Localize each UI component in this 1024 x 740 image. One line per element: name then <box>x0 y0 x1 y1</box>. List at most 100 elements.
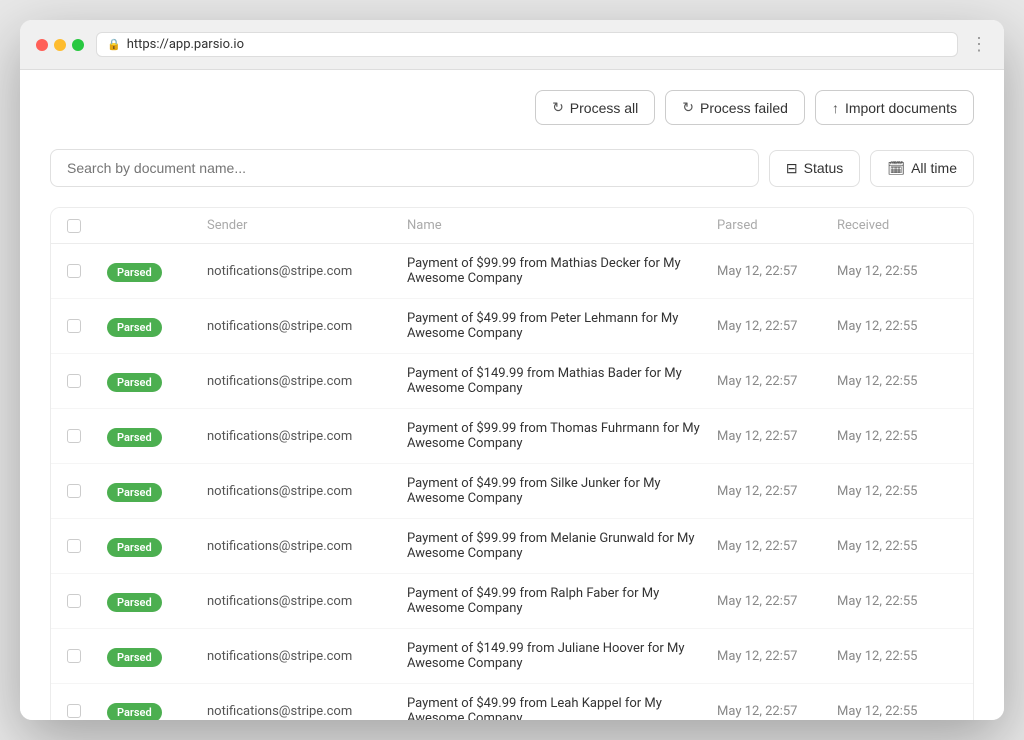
row-checkbox-col <box>67 264 107 278</box>
row-received-date: May 12, 22:55 <box>837 319 957 334</box>
process-failed-label: Process failed <box>700 100 788 116</box>
table-row[interactable]: Parsed notifications@stripe.com Payment … <box>51 464 973 519</box>
row-checkbox-col <box>67 594 107 608</box>
table-row[interactable]: Parsed notifications@stripe.com Payment … <box>51 409 973 464</box>
row-name: Payment of $99.99 from Thomas Fuhrmann f… <box>407 421 717 451</box>
filter-icon: ⊟ <box>786 160 798 177</box>
row-status: Parsed <box>107 426 207 447</box>
time-filter-label: All time <box>911 160 957 176</box>
import-documents-button[interactable]: ↑ Import documents <box>815 90 974 125</box>
row-status: Parsed <box>107 701 207 721</box>
row-received-date: May 12, 22:55 <box>837 374 957 389</box>
table-row[interactable]: Parsed notifications@stripe.com Payment … <box>51 684 973 720</box>
row-sender: notifications@stripe.com <box>207 484 407 499</box>
status-filter-label: Status <box>804 160 844 176</box>
parsed-badge: Parsed <box>107 538 162 557</box>
header-status <box>107 218 207 233</box>
row-parsed-date: May 12, 22:57 <box>717 319 837 334</box>
row-parsed-date: May 12, 22:57 <box>717 594 837 609</box>
menu-icon[interactable]: ⋮ <box>970 34 988 55</box>
table-row[interactable]: Parsed notifications@stripe.com Payment … <box>51 244 973 299</box>
close-button[interactable] <box>36 39 48 51</box>
row-status: Parsed <box>107 536 207 557</box>
row-checkbox[interactable] <box>67 264 81 278</box>
row-name: Payment of $49.99 from Ralph Faber for M… <box>407 586 717 616</box>
import-icon: ↑ <box>832 100 839 116</box>
header-sender: Sender <box>207 218 407 233</box>
maximize-button[interactable] <box>72 39 84 51</box>
row-checkbox-col <box>67 429 107 443</box>
row-name: Payment of $49.99 from Peter Lehmann for… <box>407 311 717 341</box>
url-text: https://app.parsio.io <box>127 37 244 52</box>
row-status: Parsed <box>107 316 207 337</box>
row-checkbox[interactable] <box>67 429 81 443</box>
row-checkbox-col <box>67 484 107 498</box>
table-header: Sender Name Parsed Received <box>51 208 973 244</box>
row-checkbox-col <box>67 649 107 663</box>
process-failed-button[interactable]: ↻ Process failed <box>665 90 805 125</box>
row-checkbox[interactable] <box>67 594 81 608</box>
row-status: Parsed <box>107 261 207 282</box>
parsed-badge: Parsed <box>107 483 162 502</box>
table-row[interactable]: Parsed notifications@stripe.com Payment … <box>51 299 973 354</box>
select-all-checkbox[interactable] <box>67 219 81 233</box>
row-checkbox[interactable] <box>67 319 81 333</box>
process-all-label: Process all <box>570 100 638 116</box>
row-checkbox[interactable] <box>67 374 81 388</box>
table-row[interactable]: Parsed notifications@stripe.com Payment … <box>51 574 973 629</box>
parsed-badge: Parsed <box>107 263 162 282</box>
table-body: Parsed notifications@stripe.com Payment … <box>51 244 973 720</box>
row-parsed-date: May 12, 22:57 <box>717 374 837 389</box>
row-checkbox[interactable] <box>67 484 81 498</box>
row-sender: notifications@stripe.com <box>207 264 407 279</box>
search-input[interactable] <box>50 149 759 187</box>
row-sender: notifications@stripe.com <box>207 704 407 719</box>
row-checkbox[interactable] <box>67 539 81 553</box>
row-sender: notifications@stripe.com <box>207 649 407 664</box>
row-received-date: May 12, 22:55 <box>837 539 957 554</box>
process-failed-icon: ↻ <box>682 99 694 116</box>
row-sender: notifications@stripe.com <box>207 319 407 334</box>
documents-table: Sender Name Parsed Received Parsed notif… <box>50 207 974 720</box>
row-parsed-date: May 12, 22:57 <box>717 704 837 719</box>
parsed-badge: Parsed <box>107 648 162 667</box>
row-name: Payment of $149.99 from Juliane Hoover f… <box>407 641 717 671</box>
row-name: Payment of $99.99 from Melanie Grunwald … <box>407 531 717 561</box>
header-received: Received <box>837 218 957 233</box>
row-checkbox[interactable] <box>67 649 81 663</box>
browser-chrome: 🔒 https://app.parsio.io ⋮ <box>20 20 1004 70</box>
row-checkbox-col <box>67 704 107 718</box>
app-content: ↻ Process all ↻ Process failed ↑ Import … <box>20 70 1004 720</box>
status-filter-button[interactable]: ⊟ Status <box>769 150 860 187</box>
minimize-button[interactable] <box>54 39 66 51</box>
process-all-icon: ↻ <box>552 99 564 116</box>
process-all-button[interactable]: ↻ Process all <box>535 90 655 125</box>
address-bar[interactable]: 🔒 https://app.parsio.io <box>96 32 958 57</box>
toolbar: ↻ Process all ↻ Process failed ↑ Import … <box>50 90 974 125</box>
row-sender: notifications@stripe.com <box>207 539 407 554</box>
row-received-date: May 12, 22:55 <box>837 484 957 499</box>
row-checkbox-col <box>67 319 107 333</box>
row-parsed-date: May 12, 22:57 <box>717 429 837 444</box>
lock-icon: 🔒 <box>107 38 121 51</box>
row-checkbox-col <box>67 374 107 388</box>
row-sender: notifications@stripe.com <box>207 594 407 609</box>
calendar-icon: 🗓 <box>887 160 905 177</box>
parsed-badge: Parsed <box>107 703 162 721</box>
row-sender: notifications@stripe.com <box>207 429 407 444</box>
row-name: Payment of $149.99 from Mathias Bader fo… <box>407 366 717 396</box>
table-row[interactable]: Parsed notifications@stripe.com Payment … <box>51 629 973 684</box>
parsed-badge: Parsed <box>107 593 162 612</box>
table-row[interactable]: Parsed notifications@stripe.com Payment … <box>51 354 973 409</box>
import-documents-label: Import documents <box>845 100 957 116</box>
table-row[interactable]: Parsed notifications@stripe.com Payment … <box>51 519 973 574</box>
search-filter-row: ⊟ Status 🗓 All time <box>50 149 974 187</box>
row-parsed-date: May 12, 22:57 <box>717 539 837 554</box>
parsed-badge: Parsed <box>107 373 162 392</box>
row-status: Parsed <box>107 591 207 612</box>
row-checkbox-col <box>67 539 107 553</box>
time-filter-button[interactable]: 🗓 All time <box>870 150 974 187</box>
parsed-badge: Parsed <box>107 428 162 447</box>
row-received-date: May 12, 22:55 <box>837 429 957 444</box>
row-checkbox[interactable] <box>67 704 81 718</box>
